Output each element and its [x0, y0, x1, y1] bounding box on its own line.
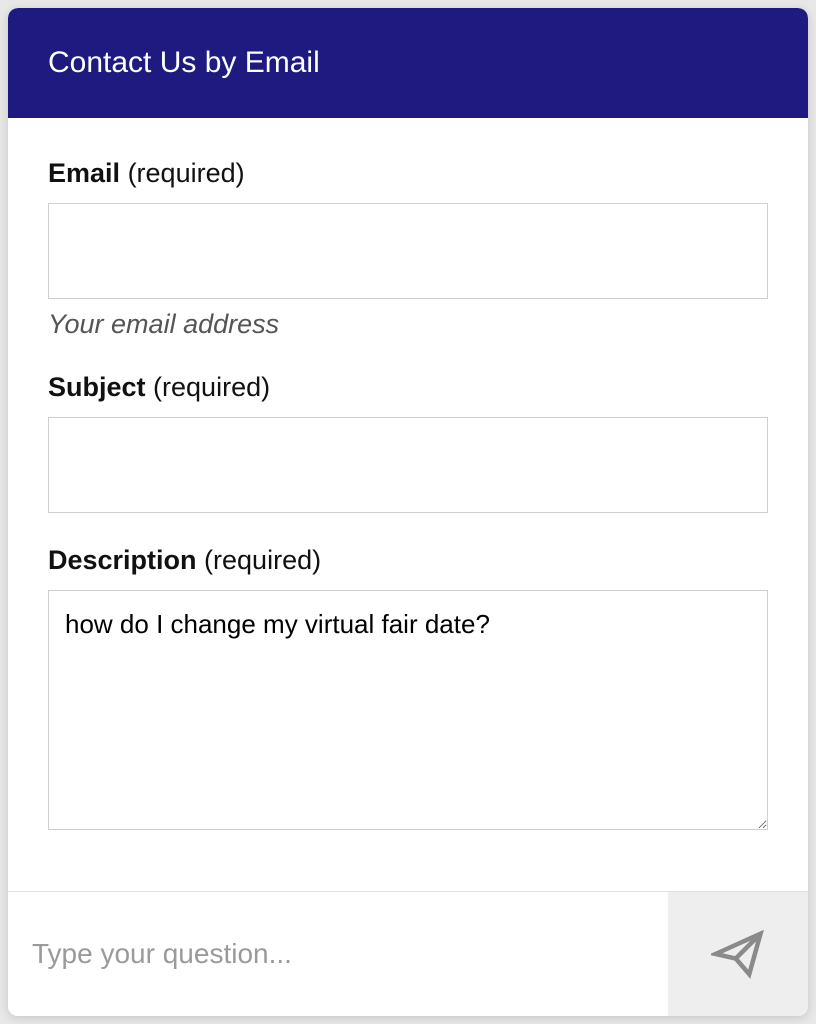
- subject-label-row: Subject (required): [48, 372, 768, 403]
- description-label-row: Description (required): [48, 545, 768, 576]
- description-textarea[interactable]: [48, 590, 768, 830]
- subject-required: (required): [153, 372, 270, 402]
- subject-label: Subject: [48, 372, 146, 402]
- email-required: (required): [128, 158, 245, 188]
- subject-input[interactable]: [48, 417, 768, 513]
- email-label: Email: [48, 158, 120, 188]
- question-input[interactable]: [8, 892, 668, 1016]
- email-hint: Your email address: [48, 309, 768, 340]
- email-input[interactable]: [48, 203, 768, 299]
- form-area: Email (required) Your email address Subj…: [8, 118, 808, 891]
- contact-widget: Contact Us by Email Email (required) You…: [8, 8, 808, 1016]
- widget-footer: [8, 891, 808, 1016]
- header-title: Contact Us by Email: [48, 46, 320, 79]
- paper-plane-icon: [711, 927, 765, 981]
- email-label-row: Email (required): [48, 158, 768, 189]
- subject-field-group: Subject (required): [48, 372, 768, 513]
- email-field-group: Email (required) Your email address: [48, 158, 768, 340]
- widget-header: Contact Us by Email: [8, 8, 808, 118]
- description-required: (required): [204, 545, 321, 575]
- description-label: Description: [48, 545, 197, 575]
- description-field-group: Description (required): [48, 545, 768, 835]
- send-button[interactable]: [668, 892, 808, 1016]
